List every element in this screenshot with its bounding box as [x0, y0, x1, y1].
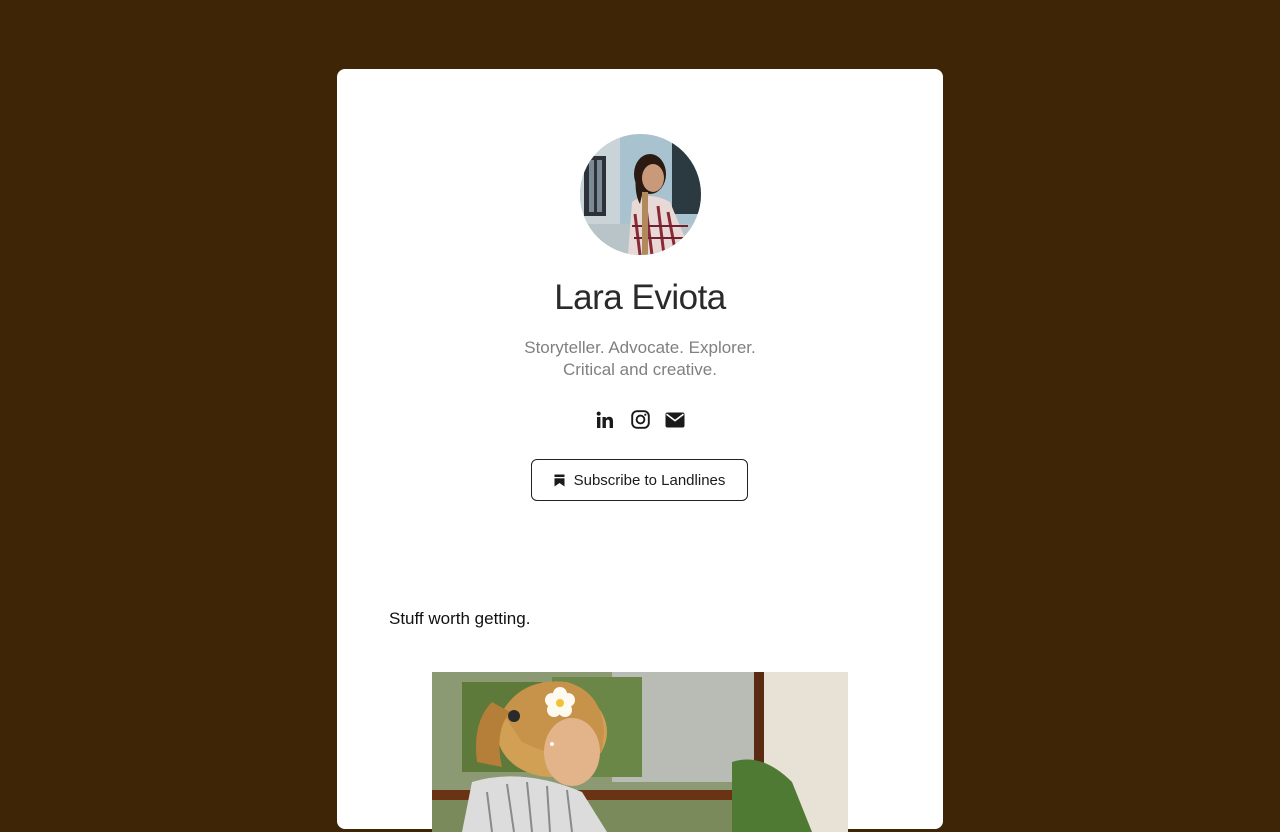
instagram-icon — [630, 410, 650, 429]
bio-line-2: Critical and creative. — [562, 360, 717, 379]
subscribe-label: Subscribe to Landlines — [573, 471, 726, 489]
social-links — [337, 409, 943, 430]
instagram-link[interactable] — [630, 409, 651, 430]
avatar — [580, 134, 701, 255]
profile-bio: Storyteller. Advocate. Explorer. Critica… — [337, 337, 943, 381]
section-title: Stuff worth getting. — [389, 609, 531, 628]
subscribe-button[interactable]: Subscribe to Landlines — [531, 459, 748, 501]
featured-photo[interactable] — [432, 672, 848, 832]
bookmark-icon — [554, 474, 565, 486]
bio-line-1: Storyteller. Advocate. Explorer. — [524, 338, 756, 357]
mail-icon — [665, 412, 685, 427]
linkedin-link[interactable] — [595, 409, 616, 430]
profile-name: Lara Eviota — [554, 278, 726, 317]
profile-card: Lara Eviota Storyteller. Advocate. Explo… — [337, 69, 943, 832]
email-link[interactable] — [665, 409, 686, 430]
linkedin-icon — [596, 411, 613, 428]
